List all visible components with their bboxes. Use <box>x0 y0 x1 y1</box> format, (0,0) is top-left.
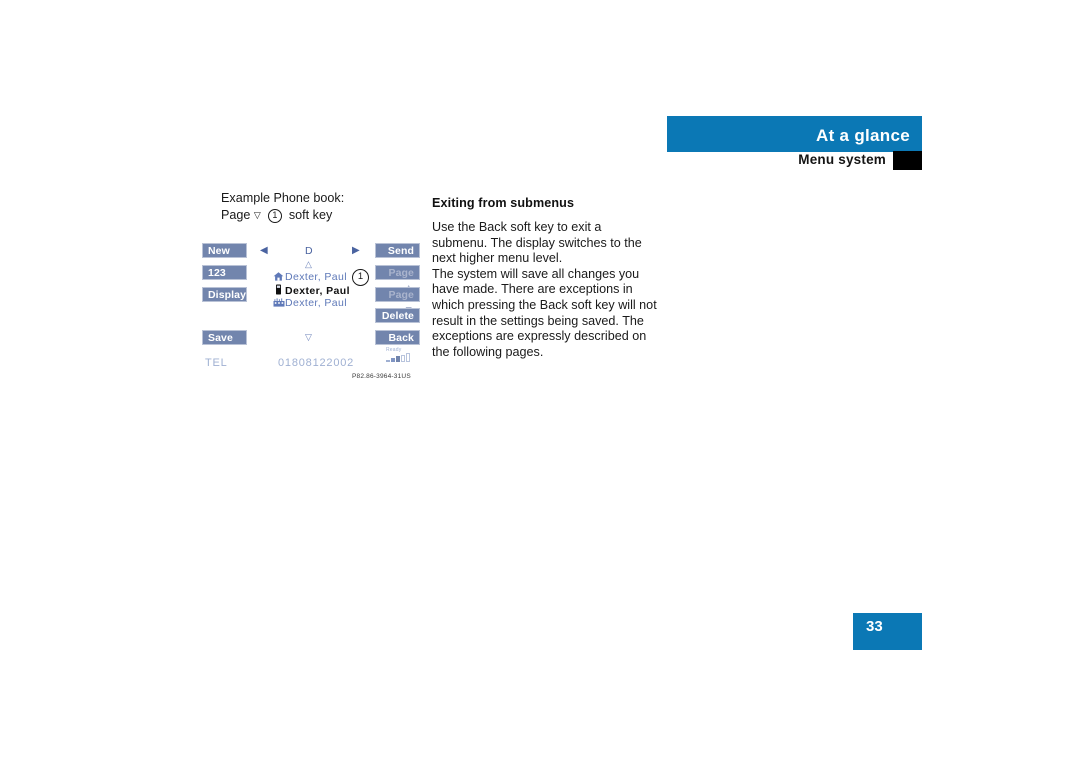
header-accent-band: At a glance <box>667 116 922 152</box>
softkey-page-down[interactable]: Page ▼ <box>375 287 420 316</box>
chapter-tab-marker <box>893 151 922 170</box>
mobile-phone-icon <box>272 284 285 298</box>
softkey-page-up[interactable]: Page ▲ <box>375 265 420 294</box>
caption-softkey-word: soft key <box>288 208 333 222</box>
signal-bar <box>396 356 400 362</box>
softkey-delete[interactable]: Delete <box>375 308 420 323</box>
phonebook-entry-home[interactable]: Dexter, Paul <box>272 271 347 284</box>
office-building-icon-svg <box>273 298 284 307</box>
signal-bar <box>406 353 410 362</box>
softkey-123[interactable]: 123 <box>202 265 247 280</box>
signal-strength-indicator: Ready <box>386 347 418 362</box>
signal-bar <box>386 360 390 362</box>
status-network-label: TEL <box>205 357 228 369</box>
page-number-badge: 33 <box>853 613 922 650</box>
page-down-triangle-icon: ▽ <box>253 210 261 220</box>
display-letter: D <box>305 245 314 257</box>
article-heading: Exiting from submenus <box>432 196 575 210</box>
phonebook-entry-name: Dexter, Paul <box>285 285 350 297</box>
article-column: Exiting from submenus Use the Back soft … <box>432 196 657 360</box>
signal-bar <box>391 358 395 362</box>
home-icon-svg <box>273 272 284 281</box>
phonebook-entry-name: Dexter, Paul <box>285 297 347 309</box>
scroll-up-icon[interactable]: △ <box>305 260 312 269</box>
mobile-phone-icon-svg <box>276 284 281 295</box>
phonebook-entry-office[interactable]: Dexter, Paul <box>272 297 347 310</box>
article-paragraph-1: Use the Back soft key to exit a submenu.… <box>432 220 642 266</box>
page-title: At a glance <box>816 126 910 145</box>
nav-left-arrow-icon[interactable]: ◀ <box>260 246 268 256</box>
status-phone-number: 01808122002 <box>278 357 355 369</box>
callout-marker-1: 1 <box>352 269 369 286</box>
home-icon <box>272 272 285 284</box>
signal-bars-icon <box>386 353 418 362</box>
softkey-save[interactable]: Save <box>202 330 247 345</box>
figure-caption: Example Phone book: Page ▽ 1 soft key <box>221 190 421 225</box>
article-body: Use the Back soft key to exit a submenu.… <box>432 220 657 360</box>
figure-part-number: P82.86-3964-31US <box>352 373 411 380</box>
callout-reference-1: 1 <box>267 209 282 223</box>
softkey-new[interactable]: New <box>202 243 247 258</box>
figure-caption-line-1: Example Phone book: <box>221 191 345 205</box>
phonebook-entry-name: Dexter, Paul <box>285 271 347 283</box>
page-number: 33 <box>866 618 883 635</box>
nav-right-arrow-icon[interactable]: ▶ <box>352 246 360 256</box>
phonebook-entry-mobile[interactable]: Dexter, Paul <box>272 284 350 298</box>
scroll-down-icon[interactable]: ▽ <box>305 333 312 342</box>
section-subtitle: Menu system <box>798 152 886 167</box>
softkey-display[interactable]: Display <box>202 287 247 302</box>
article-paragraph-2: The system will save all changes you hav… <box>432 266 657 359</box>
signal-bar <box>401 355 405 362</box>
softkey-back[interactable]: Back <box>375 330 420 345</box>
section-subtitle-row: Menu system <box>667 151 922 170</box>
figure-caption-line-2: Page ▽ 1 soft key <box>221 207 421 225</box>
softkey-send[interactable]: Send <box>375 243 420 258</box>
caption-page-word: Page <box>221 208 251 222</box>
phone-display-figure: New 123 Display Save Send Page ▲ Page ▼ … <box>200 243 420 388</box>
office-building-icon <box>272 298 285 310</box>
status-ready-label: Ready <box>386 347 402 353</box>
